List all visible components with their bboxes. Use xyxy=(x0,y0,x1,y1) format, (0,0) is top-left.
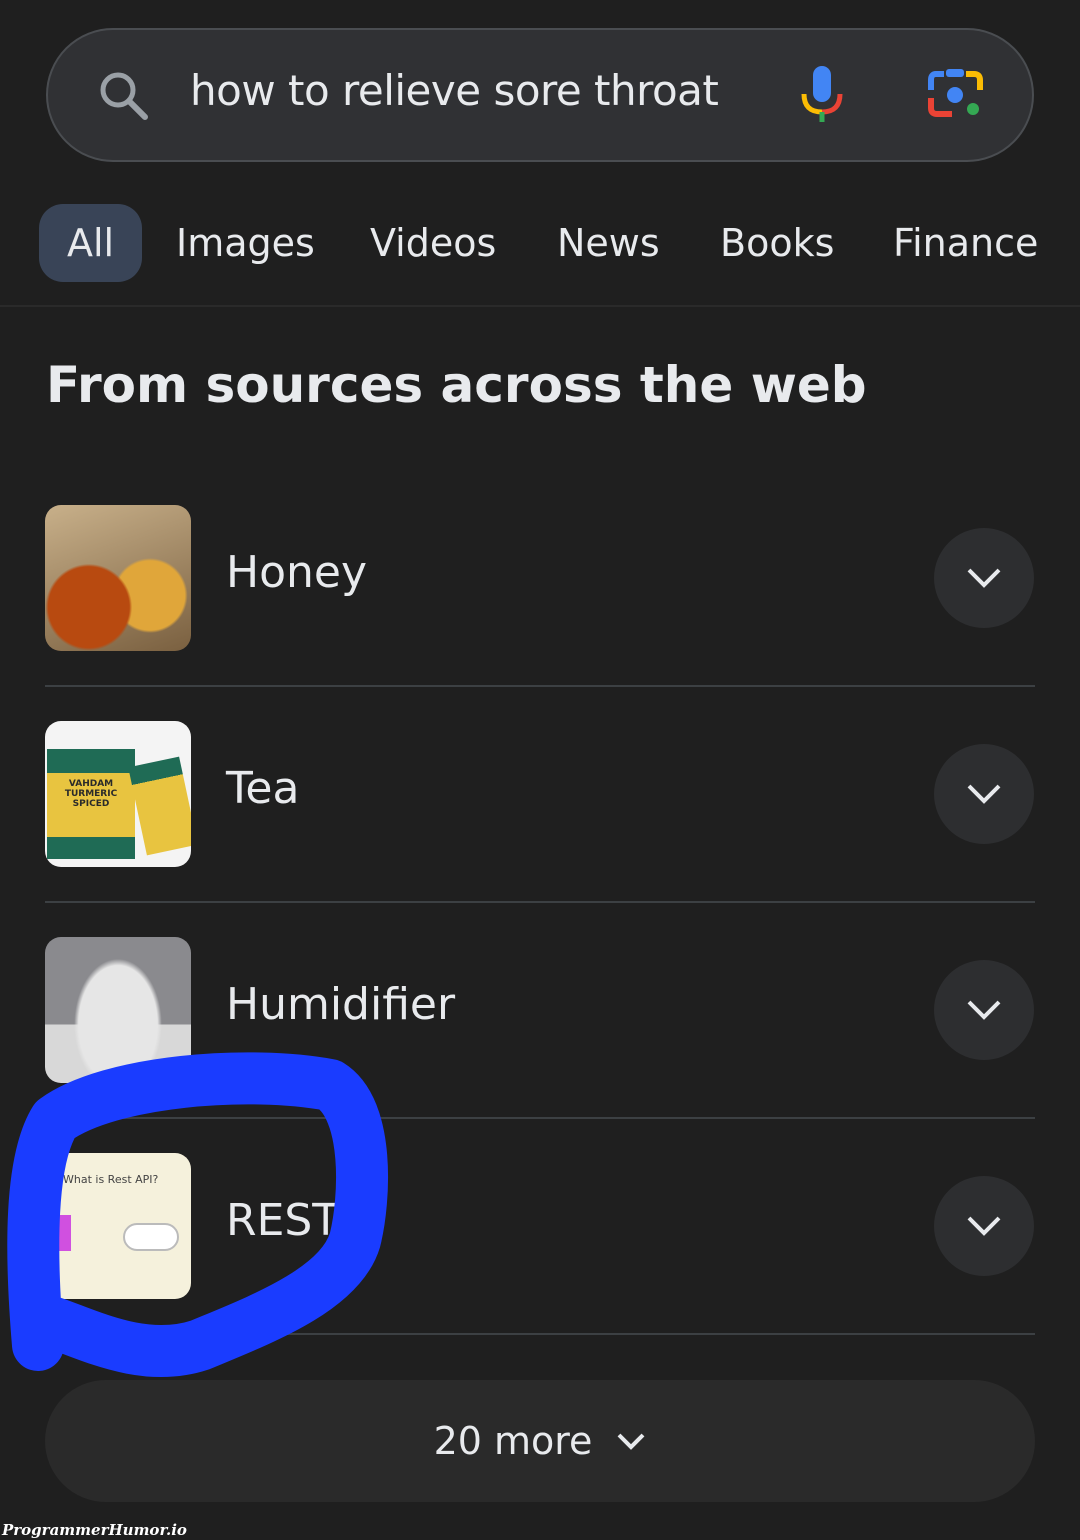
item-label: Tea xyxy=(226,763,300,814)
tea-thumbnail: VAHDAM TURMERIC SPICED xyxy=(45,721,191,867)
chevron-down-icon xyxy=(967,1000,1001,1020)
tea-thumb-text: VAHDAM TURMERIC SPICED xyxy=(64,779,118,809)
item-label: Honey xyxy=(226,547,368,598)
chevron-down-icon xyxy=(967,784,1001,804)
humidifier-thumbnail xyxy=(45,937,191,1083)
tab-images[interactable]: Images xyxy=(176,204,315,282)
tab-all[interactable]: All xyxy=(39,204,143,282)
watermark: ProgrammerHumor.io xyxy=(2,1521,187,1539)
more-button[interactable]: 20 more xyxy=(45,1380,1035,1502)
search-input[interactable]: how to relieve sore throat xyxy=(190,66,719,115)
lens-icon[interactable] xyxy=(926,66,986,122)
list-item[interactable]: Humidifier xyxy=(45,937,1035,1153)
expand-button[interactable] xyxy=(934,960,1034,1060)
tab-news[interactable]: News xyxy=(557,204,660,282)
expand-button[interactable] xyxy=(934,744,1034,844)
tab-videos[interactable]: Videos xyxy=(370,204,496,282)
divider xyxy=(0,305,1080,307)
rest-thumb-text: What is Rest API? xyxy=(63,1173,159,1186)
divider xyxy=(45,901,1035,903)
divider xyxy=(45,1333,1035,1335)
tab-books[interactable]: Books xyxy=(720,204,834,282)
divider xyxy=(45,1117,1035,1119)
item-label: Humidifier xyxy=(226,979,456,1030)
mic-icon[interactable] xyxy=(798,64,846,126)
expand-button[interactable] xyxy=(934,1176,1034,1276)
list-item[interactable]: VAHDAM TURMERIC SPICED Tea xyxy=(45,721,1035,937)
rest-thumbnail: What is Rest API? xyxy=(45,1153,191,1299)
search-tabs: All Images Videos News Books Finance xyxy=(0,204,1080,284)
list-item[interactable]: Honey xyxy=(45,505,1035,721)
expand-button[interactable] xyxy=(934,528,1034,628)
chevron-down-icon xyxy=(967,568,1001,588)
search-icon[interactable] xyxy=(96,68,152,124)
item-label: REST xyxy=(226,1195,340,1246)
more-label: 20 more xyxy=(433,1419,593,1463)
tab-finance[interactable]: Finance xyxy=(893,204,1038,282)
section-title: From sources across the web xyxy=(46,356,867,414)
chevron-down-icon xyxy=(618,1433,645,1450)
list-item[interactable]: What is Rest API? REST xyxy=(45,1153,1035,1369)
honey-thumbnail xyxy=(45,505,191,651)
chevron-down-icon xyxy=(967,1216,1001,1236)
divider xyxy=(45,685,1035,687)
